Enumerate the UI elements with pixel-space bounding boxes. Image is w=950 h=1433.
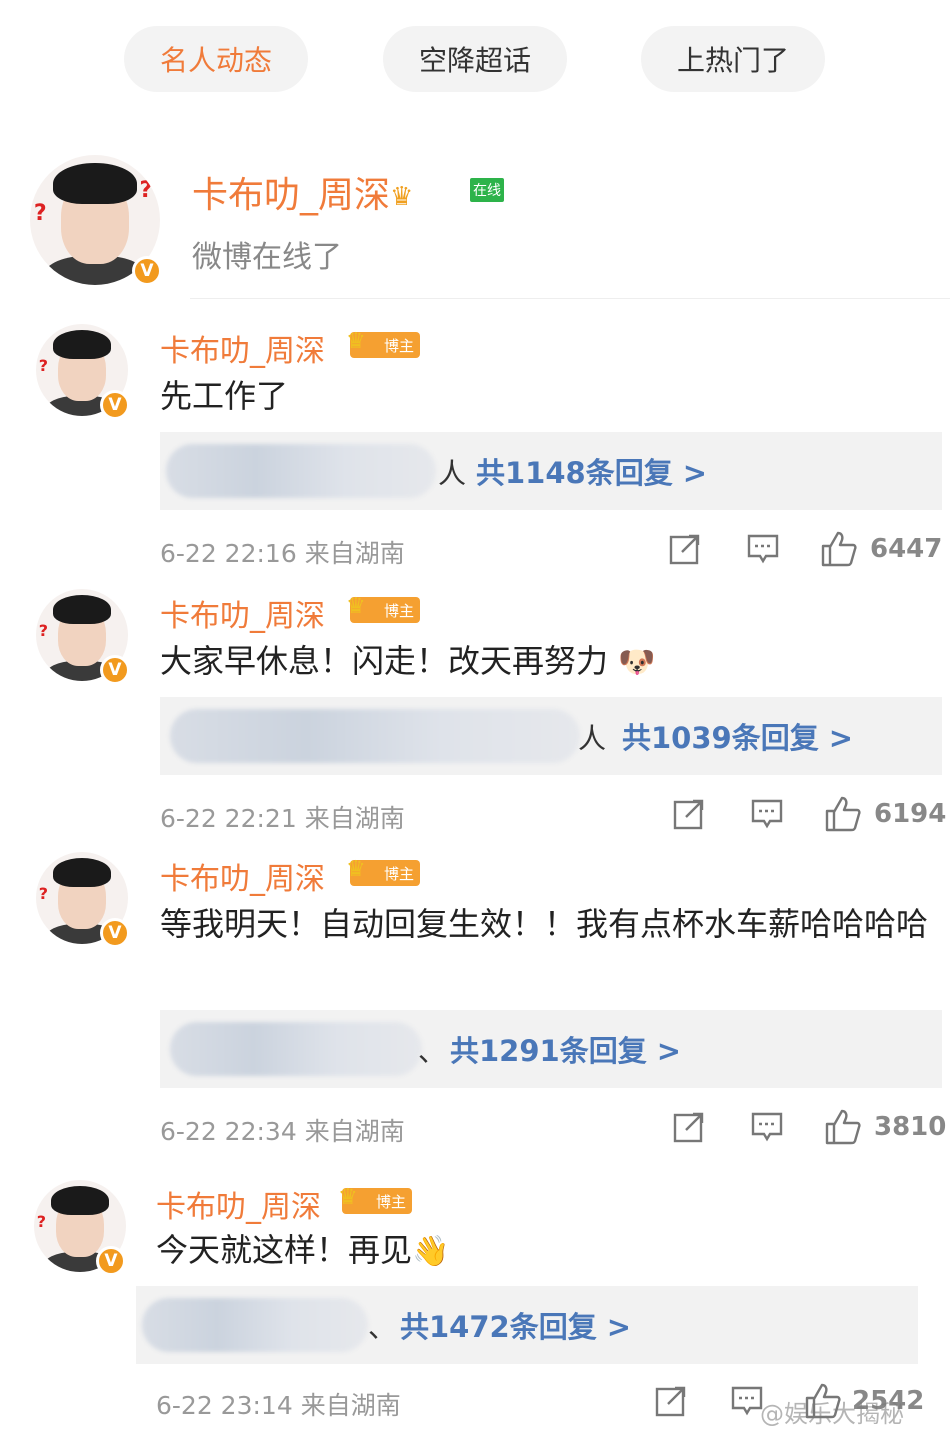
comment-item: ? V 卡布叻_周深 ♛ 博主 大家早休息！闪走！改天再努力 🐶 人 共1039条… (0, 585, 950, 845)
comment-username[interactable]: 卡布叻_周深 (160, 591, 325, 635)
verified-badge-icon: V (100, 918, 130, 948)
comment-text: 今天就这样！再见👋 (156, 1226, 449, 1276)
like-icon[interactable] (824, 795, 862, 833)
online-tag: 在线 (470, 178, 504, 202)
blogger-tag: ♛ 博主 (346, 857, 420, 886)
comment-text: 先工作了 (160, 377, 289, 415)
comment-item: ? V 卡布叻_周深 ♛ 博主 等我明天！自动回复生效！！我有点杯水车薪哈哈哈哈 … (0, 848, 950, 1158)
crown-icon: ♛ (338, 1185, 358, 1210)
comment-username[interactable]: 卡布叻_周深 (160, 854, 325, 898)
header-username[interactable]: 卡布叻_周深♛ (192, 166, 413, 218)
like-count: 6194 (874, 799, 947, 829)
tab-trending[interactable]: 上热门了 (641, 26, 825, 92)
divider (190, 298, 950, 299)
blurred-replier-names (170, 1022, 422, 1076)
reply-box[interactable]: 人 共1148条回复 > (160, 432, 942, 510)
comment-icon[interactable] (730, 1384, 764, 1418)
blurred-replier-names (170, 709, 580, 763)
blogger-tag: ♛ 博主 (346, 594, 420, 623)
crown-icon: ♛ (346, 594, 366, 619)
reply-box[interactable]: 人 共1039条回复 > (160, 697, 942, 775)
tab-super-topic[interactable]: 空降超话 (383, 26, 567, 92)
reply-box[interactable]: 、 共1291条回复 > (160, 1010, 942, 1088)
reply-count-link[interactable]: 共1039条回复 > (622, 715, 853, 757)
wave-hand-emoji-icon: 👋 (412, 1234, 450, 1269)
like-icon[interactable] (820, 530, 858, 568)
crown-icon: ♛ (390, 182, 414, 212)
blurred-replier-names (166, 444, 436, 498)
verified-badge-icon: V (132, 256, 162, 286)
comment-meta: 6-22 22:16 来自湖南 (160, 539, 405, 568)
share-icon[interactable] (668, 532, 702, 566)
like-count: 3810 (874, 1112, 947, 1142)
reply-count-link[interactable]: 共1148条回复 > (476, 450, 707, 492)
comment-icon[interactable] (746, 532, 780, 566)
comment-meta: 6-22 22:34 来自湖南 (160, 1117, 405, 1146)
reply-count-link[interactable]: 共1472条回复 > (400, 1304, 631, 1346)
blogger-tag: ♛ 博主 (338, 1185, 412, 1214)
header-status: 微博在线了 (192, 240, 342, 275)
comment-username[interactable]: 卡布叻_周深 (160, 326, 325, 370)
verified-badge-icon: V (100, 390, 130, 420)
share-icon[interactable] (672, 1110, 706, 1144)
watermark: @娱乐大揭秘 (760, 1400, 904, 1428)
comment-username[interactable]: 卡布叻_周深 (156, 1182, 321, 1226)
comment-meta: 6-22 23:14 来自湖南 (156, 1391, 401, 1420)
tab-celebrity-news[interactable]: 名人动态 (124, 26, 308, 92)
comment-icon[interactable] (750, 797, 784, 831)
top-tabs: 名人动态 空降超话 上热门了 (0, 26, 950, 96)
comment-meta: 6-22 22:21 来自湖南 (160, 804, 405, 833)
verified-badge-icon: V (96, 1246, 126, 1276)
reply-count-link[interactable]: 共1291条回复 > (450, 1028, 681, 1070)
crown-icon: ♛ (346, 329, 366, 354)
blurred-replier-names (142, 1298, 368, 1352)
husky-emoji-icon: 🐶 (618, 645, 656, 680)
comment-text: 大家早休息！闪走！改天再努力 🐶 (160, 637, 656, 687)
comment-icon[interactable] (750, 1110, 784, 1144)
comment-item: ? V 卡布叻_周深 ♛ 博主 先工作了 人 共1148条回复 > 6-22 22… (0, 320, 950, 580)
share-icon[interactable] (654, 1384, 688, 1418)
verified-badge-icon: V (100, 655, 130, 685)
share-icon[interactable] (672, 797, 706, 831)
like-icon[interactable] (824, 1108, 862, 1146)
reply-box[interactable]: 、 共1472条回复 > (136, 1286, 918, 1364)
crown-icon: ♛ (346, 857, 366, 882)
header-post: ?? V 卡布叻_周深♛ 在线 微博在线了 (0, 150, 950, 300)
like-count: 6447 (870, 534, 943, 564)
comment-text: 等我明天！自动回复生效！！我有点杯水车薪哈哈哈哈 (160, 905, 929, 943)
blogger-tag: ♛ 博主 (346, 329, 420, 358)
